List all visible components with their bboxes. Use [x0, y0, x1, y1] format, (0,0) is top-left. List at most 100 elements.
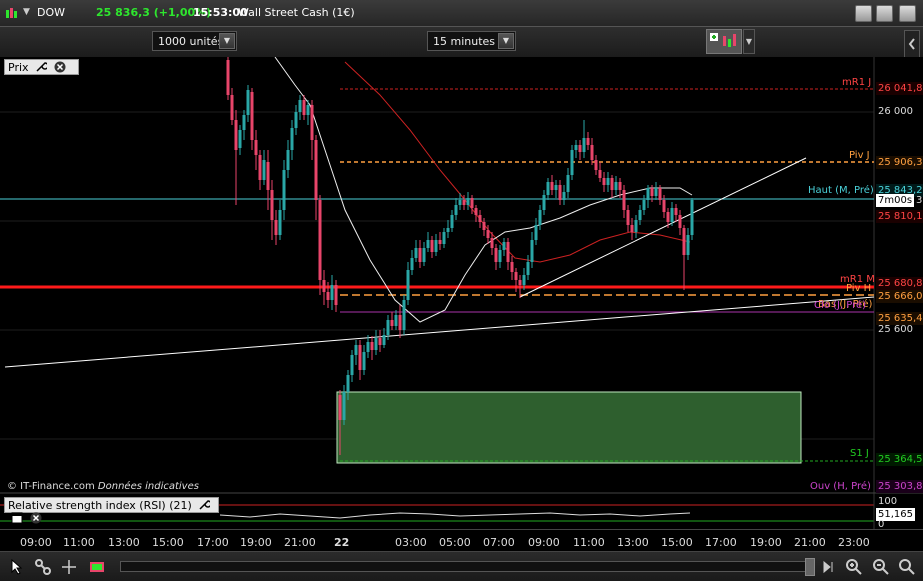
candle-body — [414, 248, 418, 258]
candle-body — [278, 210, 282, 235]
interval-select[interactable]: 15 minutes ▼ — [427, 31, 516, 51]
candle-body — [294, 112, 298, 128]
label-haut-m: Haut (M, Pré) — [808, 185, 874, 196]
candle-body — [534, 225, 538, 240]
chevron-down-icon[interactable]: ▼ — [498, 33, 514, 49]
candle-body — [342, 392, 346, 420]
close-window-button[interactable] — [899, 5, 916, 22]
candle-body — [442, 232, 446, 244]
candle-body — [690, 200, 694, 235]
chart-logo-icon[interactable] — [5, 6, 19, 20]
candle-body — [250, 92, 254, 140]
maximize-icon[interactable] — [11, 512, 23, 524]
price-tag-mr1-m: 25 680,8 — [876, 277, 923, 290]
time-label: 19:00 — [240, 536, 272, 549]
price-tag-s1-j: 25 364,5 — [876, 453, 923, 466]
cursor-icon[interactable] — [8, 558, 26, 576]
symbol-name[interactable]: DOW — [37, 6, 65, 19]
candle-body — [422, 248, 426, 262]
instrument-name: Wall Street Cash (1€) — [238, 6, 355, 19]
close-icon[interactable] — [54, 61, 66, 73]
time-label: 11:00 — [63, 536, 95, 549]
price-chart[interactable] — [0, 57, 923, 497]
candle-body — [542, 195, 546, 210]
candle-body — [674, 208, 678, 215]
symbol-dropdown-icon[interactable]: ▼ — [23, 7, 30, 17]
candle-body — [498, 250, 502, 262]
countdown-suffix: 3 — [916, 195, 923, 206]
candle-body — [650, 188, 654, 196]
time-label: 05:00 — [439, 536, 471, 549]
candle-body — [530, 240, 534, 262]
candle-body — [638, 210, 642, 220]
zoom-reset-icon[interactable] — [898, 558, 916, 576]
minimize-window-button[interactable] — [876, 5, 893, 22]
time-label: 23:00 — [838, 536, 870, 549]
candle-body — [378, 338, 382, 345]
close-icon[interactable] — [30, 512, 42, 524]
candle-body — [538, 210, 542, 225]
candle-body — [306, 105, 310, 115]
candle-body — [642, 200, 646, 210]
candle-body — [374, 338, 378, 350]
candle-body — [490, 238, 494, 248]
price-tag-ouv-h: 25 303,8 — [876, 480, 923, 493]
candle-body — [462, 200, 466, 205]
candle-body — [318, 200, 322, 280]
interval-select-value: 15 minutes — [433, 35, 496, 48]
time-label: 22 — [334, 536, 350, 549]
candle-body — [658, 188, 662, 200]
wrench-icon[interactable] — [198, 499, 211, 511]
grid-icon[interactable] — [855, 5, 872, 22]
rsi-axis-top: 100 — [878, 496, 898, 507]
candle-body — [526, 262, 530, 275]
countdown-tag: 7m00s — [876, 194, 914, 207]
candle-body — [434, 240, 438, 252]
draw-tool-icon[interactable] — [88, 558, 106, 576]
candle-body — [406, 270, 410, 300]
chevron-down-icon[interactable]: ▼ — [219, 33, 235, 49]
time-axis[interactable]: 09:00 11:00 13:00 15:00 17:00 19:00 21:00 22 03:… — [0, 529, 923, 551]
indicators-button[interactable] — [706, 29, 742, 54]
scroll-end-icon[interactable] — [820, 558, 838, 576]
candle-body — [678, 215, 682, 228]
rsi-panel-header[interactable]: Relative strength index (RSI) (21) — [4, 497, 219, 524]
price-panel-title: Prix — [8, 61, 29, 74]
time-label: 15:00 — [152, 536, 184, 549]
price-panel-header[interactable]: Prix — [4, 59, 79, 75]
time-label: 09:00 — [20, 536, 52, 549]
candle-body — [430, 240, 434, 252]
wrench-icon[interactable] — [35, 61, 48, 73]
label-piv-h: Piv H — [846, 283, 872, 294]
horizontal-scrollbar[interactable] — [120, 561, 810, 572]
candle-body — [334, 285, 338, 305]
label-clo-j: Clo (J, Pré) — [814, 300, 867, 311]
support-zone[interactable] — [336, 391, 802, 464]
scrollbar-thumb[interactable] — [805, 558, 815, 576]
candle-body — [634, 220, 638, 232]
candle-body — [586, 138, 590, 145]
time-label: 17:00 — [197, 536, 229, 549]
units-select[interactable]: 1000 unités ▼ — [152, 31, 237, 51]
side-panel-toggle[interactable] — [904, 30, 920, 58]
price-tag-piv-j: 25 906,3 — [876, 156, 923, 169]
zoom-out-icon[interactable] — [872, 558, 890, 576]
candle-body — [646, 188, 650, 200]
crosshair-icon[interactable] — [60, 558, 78, 576]
candle-body — [546, 182, 550, 195]
candle-body — [394, 315, 398, 326]
candle-body — [234, 120, 238, 150]
candle-body — [614, 182, 618, 190]
candle-body — [314, 140, 318, 200]
candle-body — [366, 342, 370, 352]
price-tag-mr1-j: 26 041,8 — [876, 82, 923, 95]
axis-label-26000: 26 000 — [878, 106, 913, 117]
time-label: 11:00 — [573, 536, 605, 549]
indicators-dropdown-icon[interactable]: ▼ — [743, 29, 755, 54]
label-s1-j: S1 J — [850, 448, 869, 459]
zoom-in-icon[interactable] — [845, 558, 863, 576]
candle-body — [558, 185, 562, 200]
link-icon[interactable] — [34, 558, 52, 576]
candle-body — [554, 185, 558, 190]
candle-body — [630, 225, 634, 232]
